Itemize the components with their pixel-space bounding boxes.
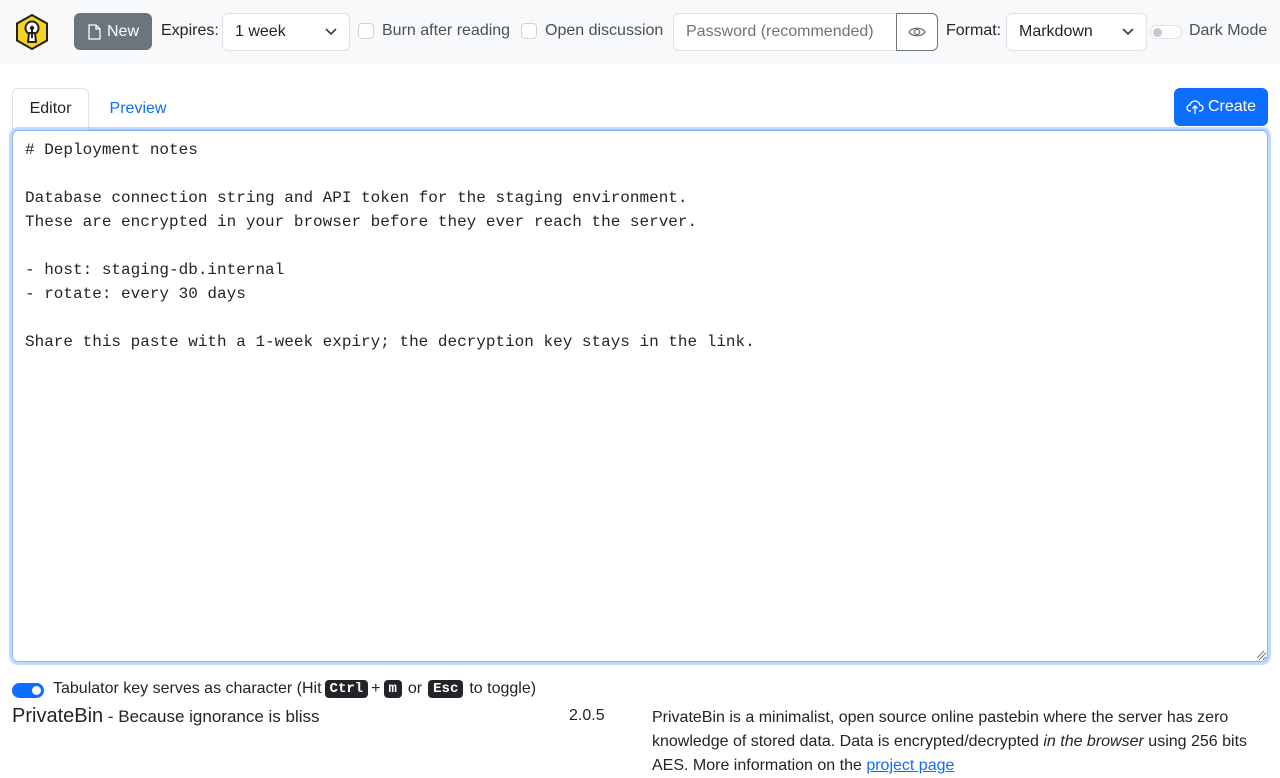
tab-key-switch[interactable] bbox=[12, 683, 44, 698]
file-icon bbox=[88, 23, 101, 40]
expires-value: 1 week bbox=[235, 23, 286, 40]
expires-label: Expires: bbox=[161, 22, 219, 39]
tab-preview-label: Preview bbox=[109, 100, 167, 117]
paste-editor-textarea[interactable]: # Deployment notes Database connection s… bbox=[12, 130, 1268, 662]
dark-mode-label[interactable]: Dark Mode bbox=[1189, 22, 1267, 40]
new-paste-button[interactable]: New bbox=[74, 13, 152, 50]
kbd-esc: Esc bbox=[428, 680, 464, 698]
brand-title: PrivateBin - Because ignorance is bliss bbox=[12, 705, 320, 728]
kbd-or: or bbox=[407, 680, 423, 697]
about-text: PrivateBin is a minimalist, open source … bbox=[652, 706, 1272, 778]
format-select[interactable]: Markdown bbox=[1006, 13, 1147, 51]
about-emphasis: in the browser bbox=[1043, 733, 1144, 750]
password-input[interactable] bbox=[673, 13, 897, 51]
format-label: Format: bbox=[946, 22, 1002, 39]
chevron-down-icon bbox=[1122, 28, 1134, 36]
dark-mode-switch[interactable] bbox=[1150, 25, 1182, 39]
tab-key-hint: Tabulator key serves as character (Hit C… bbox=[53, 680, 536, 698]
tab-hint-suffix: to toggle) bbox=[469, 680, 537, 697]
switch-knob bbox=[1153, 28, 1162, 37]
kbd-ctrl: Ctrl bbox=[324, 680, 369, 698]
kbd-plus: + bbox=[371, 680, 381, 697]
create-button-label: Create bbox=[1207, 98, 1257, 115]
open-discussion-label[interactable]: Open discussion bbox=[545, 22, 663, 40]
cloud-upload-icon bbox=[1186, 100, 1204, 114]
navbar: New Expires: 1 week Burn after reading O… bbox=[0, 0, 1280, 64]
expires-select[interactable]: 1 week bbox=[222, 13, 350, 51]
tab-editor[interactable]: Editor bbox=[12, 88, 89, 130]
burn-after-reading-label[interactable]: Burn after reading bbox=[382, 22, 510, 40]
toggle-password-button[interactable] bbox=[896, 13, 938, 51]
resize-handle-icon[interactable] bbox=[1255, 649, 1265, 659]
create-button[interactable]: Create bbox=[1174, 88, 1268, 126]
tab-editor-label: Editor bbox=[29, 100, 72, 117]
privatebin-logo-icon[interactable] bbox=[14, 14, 50, 50]
burn-after-reading-checkbox[interactable] bbox=[358, 23, 374, 39]
new-button-label: New bbox=[106, 22, 139, 40]
tab-hint-prefix: Tabulator key serves as character (Hit bbox=[53, 680, 322, 697]
switch-knob bbox=[32, 686, 41, 695]
chevron-down-icon bbox=[325, 28, 337, 36]
brand-tagline: - Because ignorance is bliss bbox=[103, 707, 320, 726]
tab-preview[interactable]: Preview bbox=[96, 88, 180, 130]
brand-name: PrivateBin bbox=[12, 705, 104, 727]
eye-icon bbox=[908, 27, 926, 37]
version-label: 2.0.5 bbox=[569, 707, 605, 724]
kbd-m: m bbox=[383, 680, 402, 698]
format-value: Markdown bbox=[1019, 23, 1093, 40]
open-discussion-checkbox[interactable] bbox=[521, 23, 537, 39]
